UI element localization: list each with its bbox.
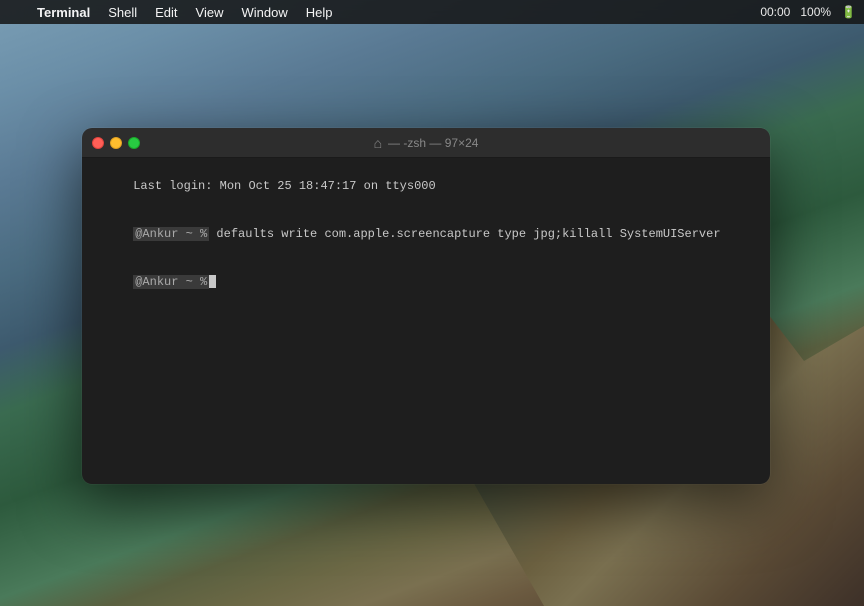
menubar-battery-icon: 🔋 [841, 5, 856, 19]
menubar-app-name[interactable]: Terminal [30, 3, 97, 22]
menubar-help[interactable]: Help [299, 3, 340, 22]
menubar-window[interactable]: Window [235, 3, 295, 22]
menubar-right: 00:00 100% 🔋 [760, 5, 856, 19]
titlebar-title: ⌂ — -zsh — 97×24 [374, 135, 479, 151]
login-line: Last login: Mon Oct 25 18:47:17 on ttys0… [90, 162, 762, 210]
cursor [209, 275, 216, 288]
menubar-battery-percent: 100% [800, 5, 831, 19]
menubar: Terminal Shell Edit View Window Help 00:… [0, 0, 864, 24]
minimize-button[interactable] [110, 137, 122, 149]
titlebar-text: — -zsh — 97×24 [388, 136, 478, 150]
command-text-1: defaults write com.apple.screencapture t… [209, 227, 720, 241]
home-icon: ⌂ [374, 135, 382, 151]
menubar-left: Terminal Shell Edit View Window Help [8, 3, 340, 22]
close-button[interactable] [92, 137, 104, 149]
menubar-view[interactable]: View [189, 3, 231, 22]
command-line-2: @Ankur ~ % [90, 258, 762, 306]
traffic-lights [92, 137, 140, 149]
apple-menu[interactable] [8, 10, 22, 14]
terminal-body[interactable]: Last login: Mon Oct 25 18:47:17 on ttys0… [82, 158, 770, 484]
terminal-window: ⌂ — -zsh — 97×24 Last login: Mon Oct 25 … [82, 128, 770, 484]
prompt-user-2: @Ankur ~ % [133, 275, 209, 289]
prompt-user-1: @Ankur ~ % [133, 227, 209, 241]
command-line-1: @Ankur ~ % defaults write com.apple.scre… [90, 210, 762, 258]
terminal-titlebar: ⌂ — -zsh — 97×24 [82, 128, 770, 158]
menubar-edit[interactable]: Edit [148, 3, 184, 22]
menubar-time: 00:00 [760, 5, 790, 19]
menubar-shell[interactable]: Shell [101, 3, 144, 22]
maximize-button[interactable] [128, 137, 140, 149]
